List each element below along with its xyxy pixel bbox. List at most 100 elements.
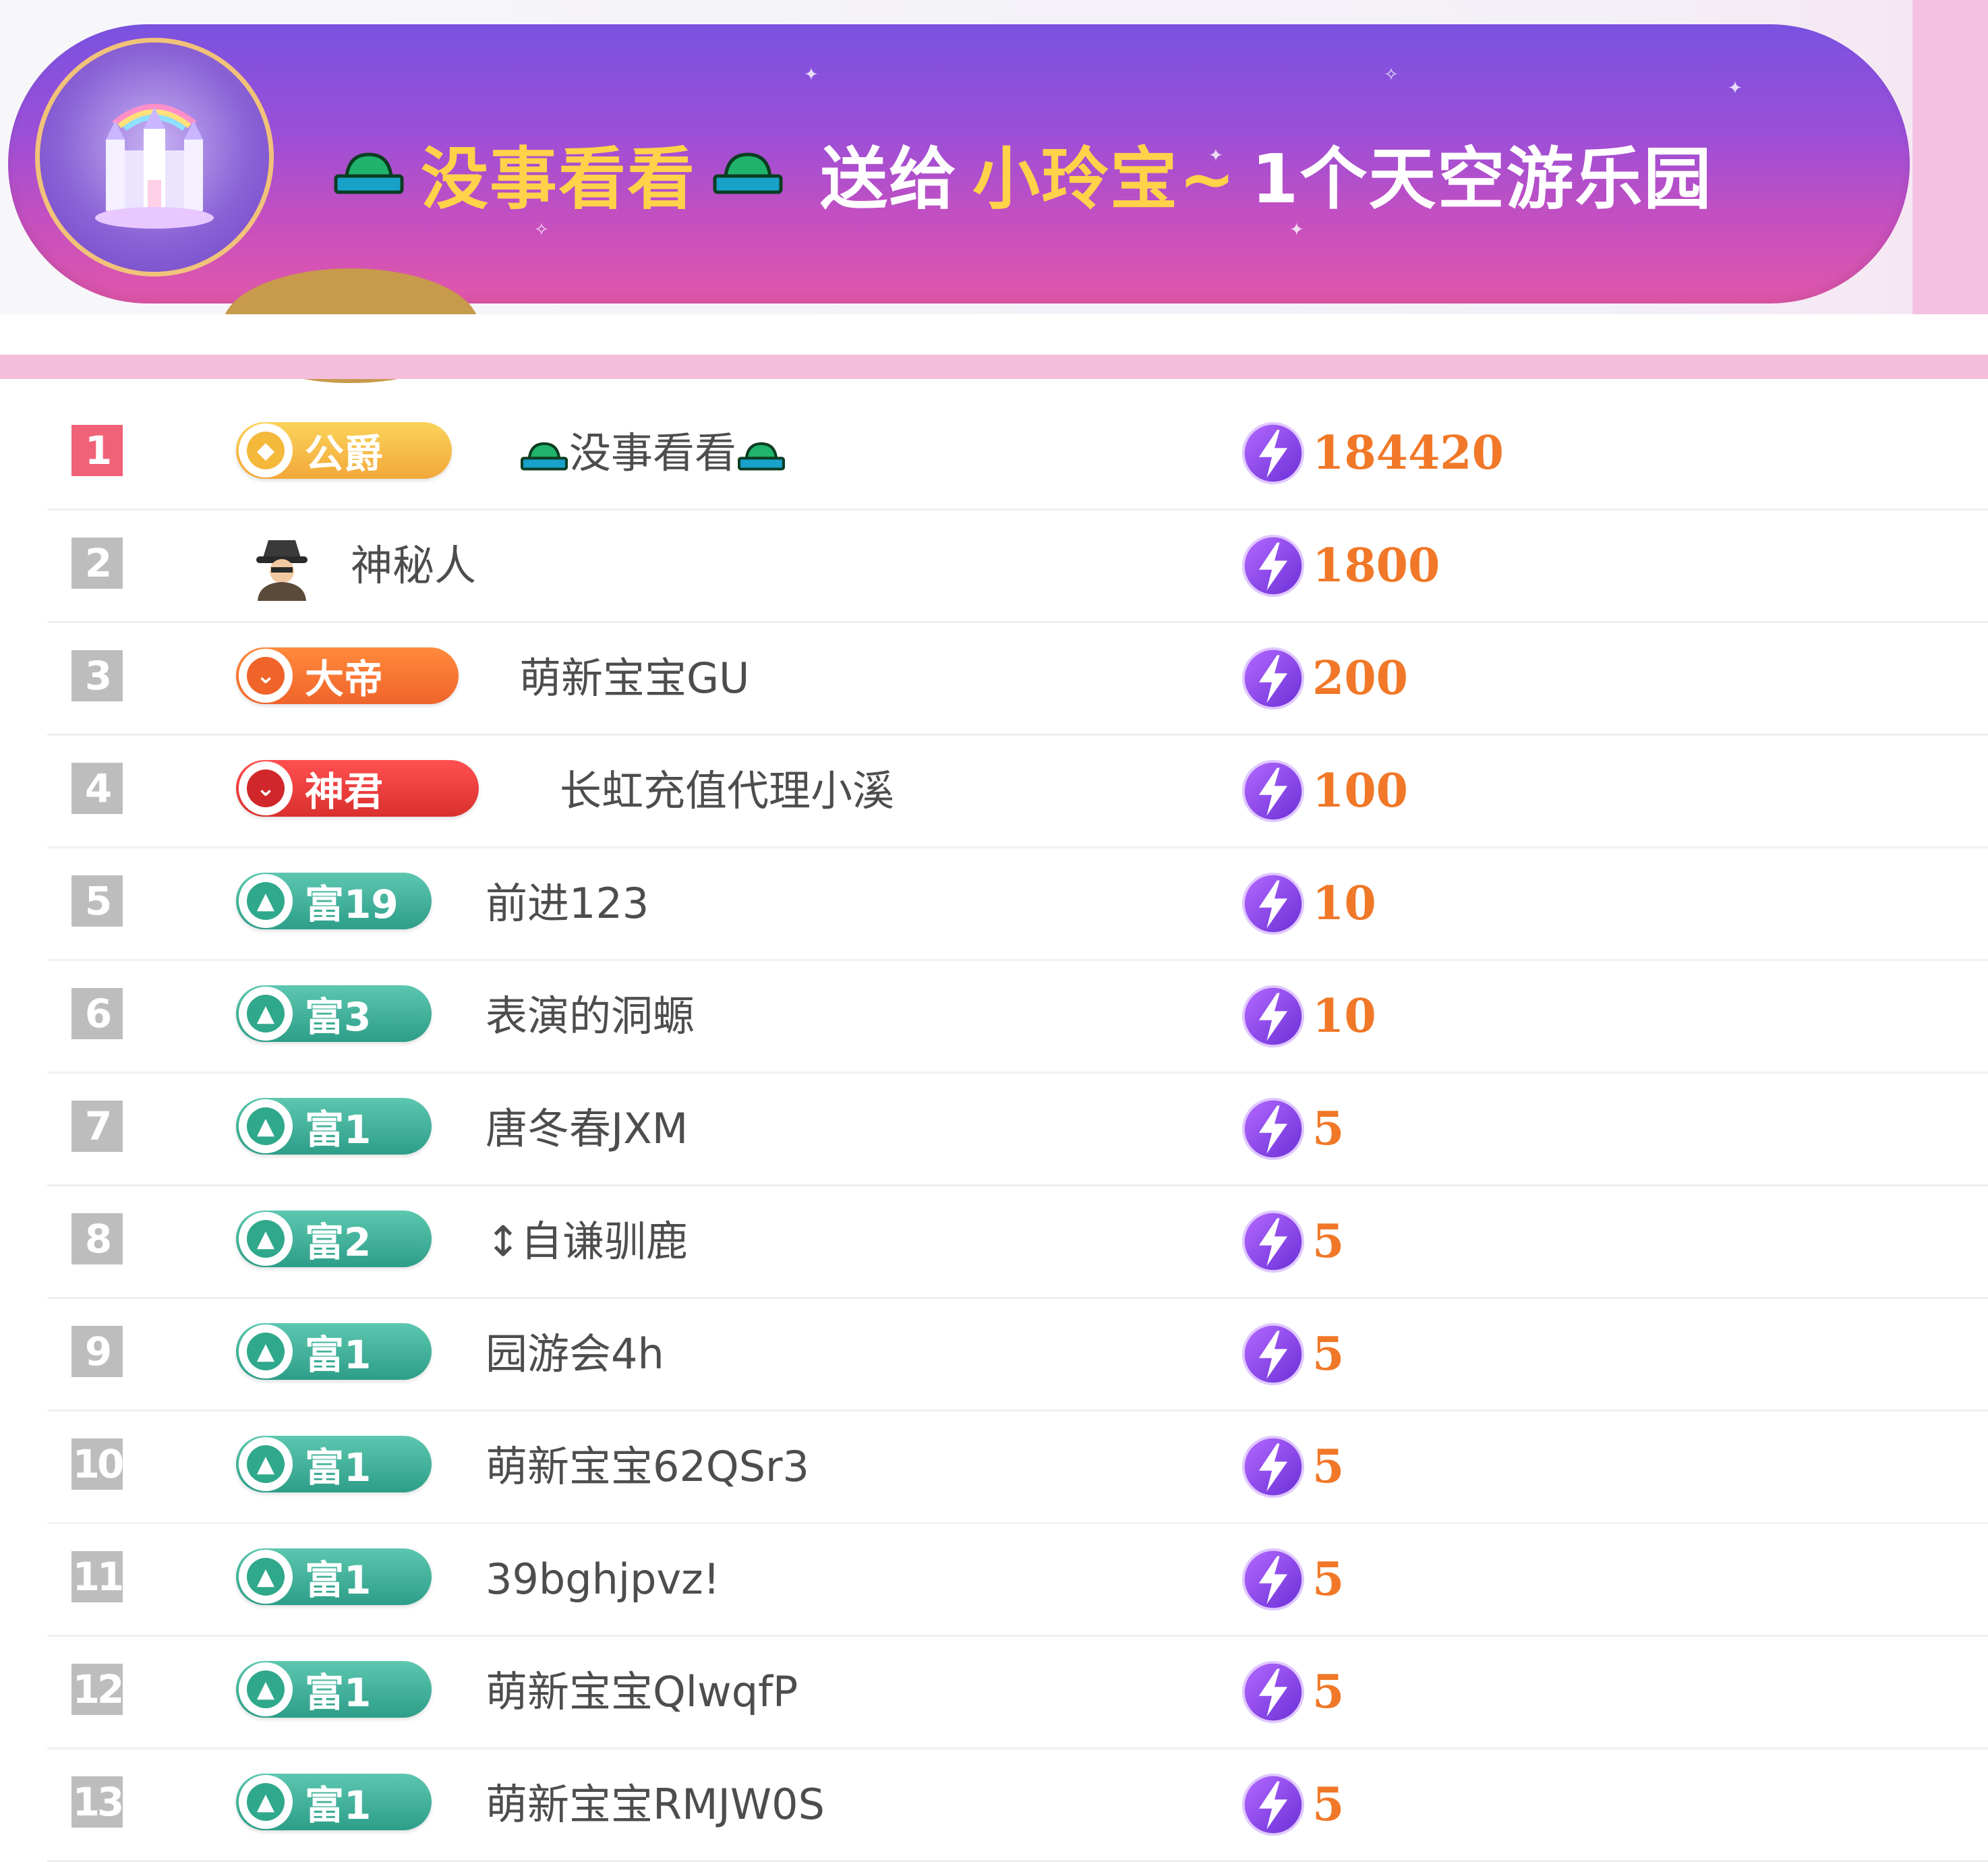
badge-label: 富3 — [305, 994, 372, 1040]
score: 5 — [1241, 1322, 1344, 1387]
user-name-text: 表演的洞螈 — [486, 991, 695, 1041]
user-name[interactable]: ↕自谦驯鹿 — [486, 1213, 688, 1270]
user-name[interactable]: 唐冬春JXM — [486, 1101, 688, 1157]
user-name[interactable]: 萌新宝宝QlwqfP — [486, 1664, 798, 1720]
hat-icon — [738, 442, 785, 471]
ranking-row[interactable]: 10 ▲ 富1 萌新宝宝62QSr3 5 — [47, 1412, 1988, 1524]
user-name[interactable]: 长虹充值代理小溪 — [560, 763, 894, 819]
ranking-row[interactable]: 11 ▲ 富1 39bghjpvz! 5 — [47, 1524, 1988, 1637]
score: 1800 — [1241, 533, 1440, 598]
ranking-row[interactable]: 12 ▲ 富1 萌新宝宝QlwqfP 5 — [47, 1637, 1988, 1749]
lightning-coin-icon — [1241, 1210, 1305, 1273]
score-value: 10 — [1312, 877, 1376, 931]
score: 5 — [1241, 1209, 1344, 1274]
score: 10 — [1241, 984, 1376, 1049]
rank-number: 4 — [71, 763, 123, 814]
ranking-row[interactable]: 1 ◆ 公爵 没事看看 184420 — [47, 398, 1988, 511]
user-name[interactable]: 萌新宝宝RMJW0S — [486, 1776, 825, 1833]
badge-emblem-icon: ◆ — [239, 424, 293, 477]
score-value: 10 — [1312, 989, 1376, 1043]
pink-divider — [0, 355, 1988, 379]
sparkle-icon: ✦ — [1728, 78, 1743, 98]
ranking-row[interactable]: 4 ⌄ 神君 长虹充值代理小溪 100 — [47, 736, 1988, 848]
score: 5 — [1241, 1434, 1344, 1499]
level-badge: ▲ 富1 — [236, 1323, 432, 1380]
level-badge: ▲ 富1 — [236, 1548, 432, 1605]
user-name[interactable]: 39bghjpvz! — [486, 1551, 720, 1608]
badge-emblem-icon: ⌄ — [239, 761, 293, 815]
rank-number: 8 — [71, 1213, 123, 1264]
badge-label: 富1 — [305, 1557, 372, 1603]
ranking-list: 1 ◆ 公爵 没事看看 184420 2 神秘人 1800 3 ⌄ 大帝 萌新宝宝GU 200 4 ⌄ 神君 长… — [0, 398, 1988, 1862]
lightning-coin-icon — [1241, 1773, 1305, 1836]
user-name[interactable]: 没事看看 — [519, 425, 786, 482]
score: 184420 — [1241, 421, 1504, 486]
ranking-row[interactable]: 5 ▲ 富19 前进123 10 — [47, 848, 1988, 961]
user-name-text: 园游会4h — [486, 1329, 664, 1378]
ranking-row[interactable]: 7 ▲ 富1 唐冬春JXM 5 — [47, 1074, 1988, 1186]
divider — [0, 314, 1988, 355]
rank-number: 12 — [71, 1664, 124, 1715]
score: 10 — [1241, 871, 1376, 936]
user-name[interactable]: 表演的洞螈 — [486, 988, 695, 1045]
sparkle-icon: ✦ — [1289, 220, 1304, 240]
user-name-text: 唐冬春JXM — [486, 1104, 689, 1153]
level-badge: ▲ 富1 — [236, 1098, 432, 1155]
level-badge: ⌄ 神君 — [236, 760, 479, 817]
rank-number: 13 — [71, 1776, 124, 1828]
ranking-row[interactable]: 13 ▲ 富1 萌新宝宝RMJW0S 5 — [47, 1749, 1988, 1862]
lightning-coin-icon — [1241, 647, 1305, 710]
score-value: 5 — [1312, 1665, 1345, 1719]
hat-icon — [521, 442, 568, 471]
level-badge: ▲ 富1 — [236, 1774, 432, 1830]
user-name[interactable]: 园游会4h — [486, 1326, 664, 1383]
user-name-text: 39bghjpvz! — [486, 1554, 720, 1604]
badge-label: 富2 — [305, 1219, 372, 1265]
sender-name: 没事看看 — [421, 139, 696, 219]
ranking-row[interactable]: 8 ▲ 富2 ↕自谦驯鹿 5 — [47, 1186, 1988, 1299]
lightning-coin-icon — [1241, 421, 1305, 485]
badge-label: 富1 — [305, 1782, 372, 1828]
ranking-row[interactable]: 9 ▲ 富1 园游会4h 5 — [47, 1299, 1988, 1412]
lightning-coin-icon — [1241, 1435, 1305, 1499]
user-name-text: 长虹充值代理小溪 — [560, 766, 895, 815]
score-value: 5 — [1312, 1778, 1345, 1832]
rank-number: 6 — [71, 988, 123, 1039]
badge-emblem-icon: ▲ — [239, 1662, 293, 1716]
badge-label: 神君 — [305, 769, 384, 815]
badge-label: 富1 — [305, 1670, 372, 1716]
badge-emblem-icon: ▲ — [239, 1775, 293, 1829]
sparkle-icon: ✧ — [534, 220, 549, 240]
user-name-text: 没事看看 — [569, 428, 737, 477]
sparkle-icon: ✧ — [1384, 65, 1399, 85]
score: 200 — [1241, 646, 1408, 711]
user-name[interactable]: 萌新宝宝62QSr3 — [486, 1438, 809, 1495]
user-name-text: ↕自谦驯鹿 — [486, 1217, 688, 1266]
badge-label: 大帝 — [305, 656, 384, 702]
user-name[interactable]: 前进123 — [486, 875, 649, 932]
user-name-text: 萌新宝宝RMJW0S — [486, 1780, 825, 1829]
score-value: 5 — [1312, 1440, 1345, 1494]
user-name-text: 神秘人 — [351, 541, 477, 590]
level-badge: ▲ 富2 — [236, 1211, 432, 1267]
score-value: 5 — [1312, 1102, 1345, 1156]
score: 5 — [1241, 1660, 1344, 1724]
ranking-row[interactable]: 6 ▲ 富3 表演的洞螈 10 — [47, 961, 1988, 1074]
spy-icon — [256, 540, 308, 601]
rank-number: 9 — [71, 1326, 123, 1377]
badge-label: 富19 — [305, 881, 399, 927]
score-value: 1800 — [1312, 539, 1440, 593]
side-strip — [1912, 0, 1988, 314]
hat-icon — [334, 152, 404, 194]
score-value: 5 — [1312, 1552, 1345, 1606]
badge-emblem-icon: ▲ — [239, 1099, 293, 1153]
gift-banner: ✦ ✦ ✦ ✦ ✧ ✧ 没事看看 送给 小玲宝~ 1个天空游乐园 — [8, 24, 1910, 303]
lightning-coin-icon — [1241, 1548, 1305, 1611]
lightning-coin-icon — [1241, 1660, 1305, 1724]
ranking-row[interactable]: 3 ⌄ 大帝 萌新宝宝GU 200 — [47, 623, 1988, 736]
ranking-row[interactable]: 2 神秘人 1800 — [47, 511, 1988, 623]
user-name[interactable]: 神秘人 — [351, 537, 476, 594]
score-value: 5 — [1312, 1215, 1345, 1269]
badge-emblem-icon: ▲ — [239, 1437, 293, 1491]
user-name[interactable]: 萌新宝宝GU — [519, 650, 749, 707]
